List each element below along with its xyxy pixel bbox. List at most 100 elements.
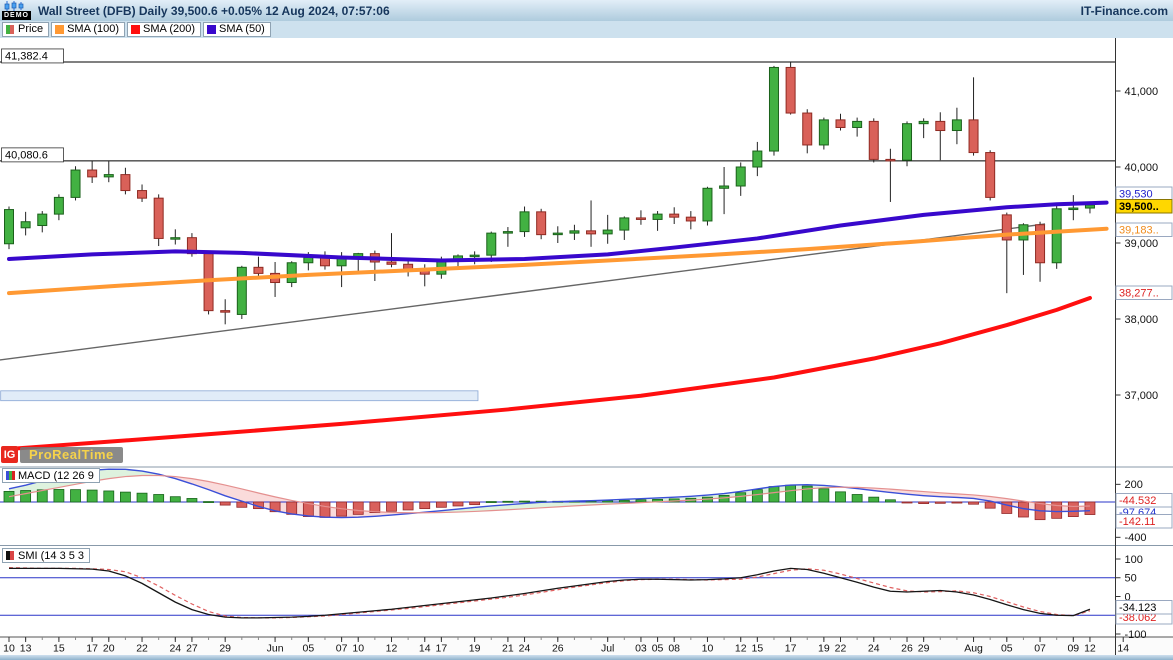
chart-background (0, 0, 1173, 660)
candle-body (553, 233, 562, 235)
macd-histogram-bar (486, 502, 496, 503)
x-axis-label: 10 (352, 643, 364, 655)
macd-histogram-bar (902, 502, 912, 503)
sma-swatch-icon (55, 25, 64, 34)
y-axis-tick-label: 37,000 (1125, 390, 1159, 402)
x-axis-label: 10 (3, 643, 15, 655)
candle-body (237, 267, 246, 314)
candle-body (1085, 205, 1094, 208)
x-axis-label: 24 (519, 643, 531, 655)
macd-icon (6, 471, 15, 480)
mini-chart-icon: DEMO (0, 0, 34, 21)
macd-histogram-bar (453, 502, 463, 506)
value-label: 39,530 (1119, 189, 1153, 201)
candle-body (537, 212, 546, 235)
legend-item-sma-200[interactable]: SMA (200) (127, 22, 201, 37)
y-axis-tick-label: 40,000 (1125, 162, 1159, 174)
y-axis-tick-label: 50 (1125, 573, 1137, 585)
legend-item-price[interactable]: Price (2, 22, 49, 37)
x-axis-label: 24 (868, 643, 880, 655)
candle-body (720, 186, 729, 188)
macd-histogram-bar (320, 502, 330, 517)
x-axis-label: 26 (901, 643, 913, 655)
candle-body (703, 188, 712, 221)
candle-body (836, 120, 845, 128)
macd-indicator-label[interactable]: MACD (12 26 9 (2, 468, 100, 483)
candle-body (221, 311, 230, 313)
value-label: 39,500.. (1119, 201, 1159, 213)
macd-histogram-bar (220, 502, 230, 505)
legend-item-sma-50[interactable]: SMA (50) (203, 22, 271, 37)
candle-body (853, 121, 862, 127)
candle-body (769, 67, 778, 151)
prorealtime-logo: ProRealTime (20, 447, 123, 463)
macd-histogram-bar (836, 492, 846, 502)
candle-body (686, 217, 695, 221)
smi-label-text: SMI (14 3 5 3 (18, 550, 84, 562)
candle-body (603, 230, 612, 234)
macd-histogram-bar (819, 489, 829, 502)
level-label: 40,080.6 (5, 149, 48, 161)
candle-body (38, 214, 47, 225)
macd-histogram-bar (54, 489, 64, 502)
y-axis-tick-label: -100 (1125, 629, 1147, 641)
macd-histogram-bar (120, 492, 130, 502)
trading-app-window: 41,382.440,080.641,00040,00039,00038,000… (0, 0, 1173, 660)
x-axis-label: 05 (652, 643, 664, 655)
candle-body (287, 263, 296, 283)
candle-body (620, 218, 629, 230)
candle-body (570, 231, 579, 233)
ig-logo: IG (1, 446, 18, 463)
legend-row: PriceSMA (100)SMA (200)SMA (50) (0, 21, 1173, 38)
level-label: 41,382.4 (5, 50, 48, 62)
candle-body (919, 121, 928, 123)
candle-body (387, 262, 396, 264)
candle-body (803, 113, 812, 145)
candle-body (5, 210, 14, 244)
x-axis-label: 05 (302, 643, 314, 655)
legend-item-sma-100[interactable]: SMA (100) (51, 22, 125, 37)
candle-body (653, 214, 662, 219)
x-axis-label: 12 (1084, 643, 1096, 655)
macd-histogram-bar (636, 500, 646, 502)
x-axis-label: 27 (186, 643, 198, 655)
macd-histogram-bar (919, 502, 929, 504)
x-axis-label: 26 (552, 643, 564, 655)
highlight-band[interactable] (1, 391, 478, 401)
y-axis-tick-label: 38,000 (1125, 314, 1159, 326)
smi-indicator-label[interactable]: SMI (14 3 5 3 (2, 548, 90, 563)
candle-body (104, 175, 113, 177)
x-axis-label: 07 (1034, 643, 1046, 655)
x-axis-label: 22 (136, 643, 148, 655)
it-finance-link[interactable]: IT-Finance.com (1081, 4, 1168, 18)
candle-body (520, 212, 529, 232)
macd-histogram-bar (1085, 502, 1095, 515)
x-axis-label: 08 (668, 643, 680, 655)
x-axis-label: 13 (20, 643, 32, 655)
x-axis-label: 09 (1067, 643, 1079, 655)
candle-body (487, 233, 496, 255)
macd-label-text: MACD (12 26 9 (18, 470, 94, 482)
macd-histogram-bar (503, 501, 513, 502)
demo-badge: DEMO (2, 11, 31, 20)
title-bar: DEMO Wall Street (DFB) Daily 39,500.6 +0… (0, 0, 1173, 22)
macd-histogram-bar (436, 502, 446, 507)
price-swatch-icon (6, 25, 15, 34)
macd-histogram-bar (386, 502, 396, 511)
candle-body (936, 121, 945, 130)
candle-body (54, 197, 63, 214)
x-axis-label: 20 (103, 643, 115, 655)
macd-histogram-bar (87, 490, 97, 502)
candle-body (71, 170, 80, 197)
x-axis-label: 29 (918, 643, 930, 655)
candle-body (1069, 208, 1078, 210)
value-label: -44.532 (1119, 495, 1156, 507)
candle-body (903, 124, 912, 160)
macd-histogram-bar (869, 497, 879, 502)
chart-canvas[interactable]: 41,382.440,080.641,00040,00039,00038,000… (0, 0, 1173, 660)
x-axis-label: 12 (386, 643, 398, 655)
x-axis-label: 17 (436, 643, 448, 655)
x-axis-label: Jun (267, 643, 284, 655)
macd-histogram-bar (420, 502, 430, 509)
chart-title: Wall Street (DFB) Daily 39,500.6 +0.05% … (38, 4, 390, 18)
